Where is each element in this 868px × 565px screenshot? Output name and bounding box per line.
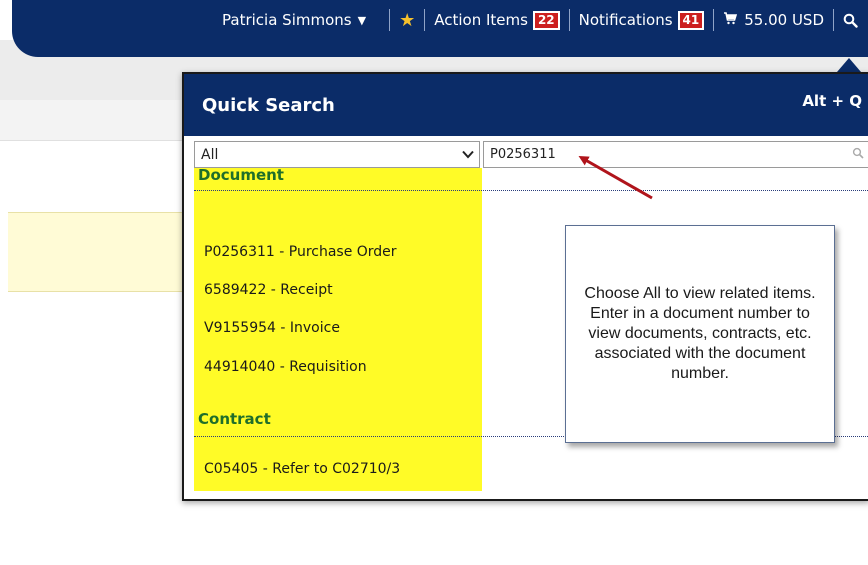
- search-icon: [846, 147, 868, 163]
- notifications-link[interactable]: Notifications 41: [570, 0, 714, 40]
- result-item[interactable]: P0256311 - Purchase Order: [204, 244, 397, 260]
- help-callout: Choose All to view related items. Enter …: [565, 225, 835, 443]
- notifications-label: Notifications: [578, 11, 673, 29]
- results-section-heading: Document: [198, 166, 284, 184]
- cart-icon-svg: [724, 12, 738, 25]
- star-icon: ★: [399, 9, 416, 31]
- search-toggle-button[interactable]: [834, 0, 868, 40]
- cart-total: 55.00 USD: [744, 11, 824, 29]
- search-input[interactable]: P0256311: [483, 141, 868, 168]
- chevron-down-icon: [457, 147, 479, 163]
- favorites-button[interactable]: ★: [390, 0, 424, 40]
- quick-search-pointer: [837, 58, 861, 72]
- search-filter-select[interactable]: All: [194, 141, 480, 168]
- section-divider: [194, 190, 868, 191]
- results-section-heading: Contract: [198, 410, 271, 428]
- result-item[interactable]: V9155954 - Invoice: [204, 320, 340, 336]
- user-name: Patricia Simmons: [222, 11, 352, 29]
- search-filter-value: All: [201, 146, 219, 163]
- cart-link[interactable]: 55.00 USD: [714, 0, 833, 40]
- cart-icon: [723, 11, 738, 29]
- result-item[interactable]: C05405 - Refer to C02710/3: [204, 461, 400, 477]
- result-item[interactable]: 6589422 - Receipt: [204, 282, 333, 298]
- search-icon: [843, 13, 858, 28]
- top-nav: Patricia Simmons ▼ ★ Action Items 22 Not…: [0, 0, 868, 40]
- quick-search-title: Quick Search: [202, 95, 335, 116]
- user-menu[interactable]: Patricia Simmons ▼: [213, 0, 375, 40]
- action-items-badge: 22: [532, 10, 560, 30]
- action-items-label: Action Items: [434, 11, 528, 29]
- quick-search-shortcut: Alt + Q: [802, 92, 862, 110]
- action-items-link[interactable]: Action Items 22: [425, 0, 568, 40]
- caret-down-icon: ▼: [357, 13, 367, 27]
- quick-search-header: Quick Search Alt + Q: [184, 74, 868, 136]
- result-item[interactable]: 44914040 - Requisition: [204, 359, 367, 375]
- search-input-value: P0256311: [490, 147, 556, 162]
- notifications-badge: 41: [677, 10, 705, 30]
